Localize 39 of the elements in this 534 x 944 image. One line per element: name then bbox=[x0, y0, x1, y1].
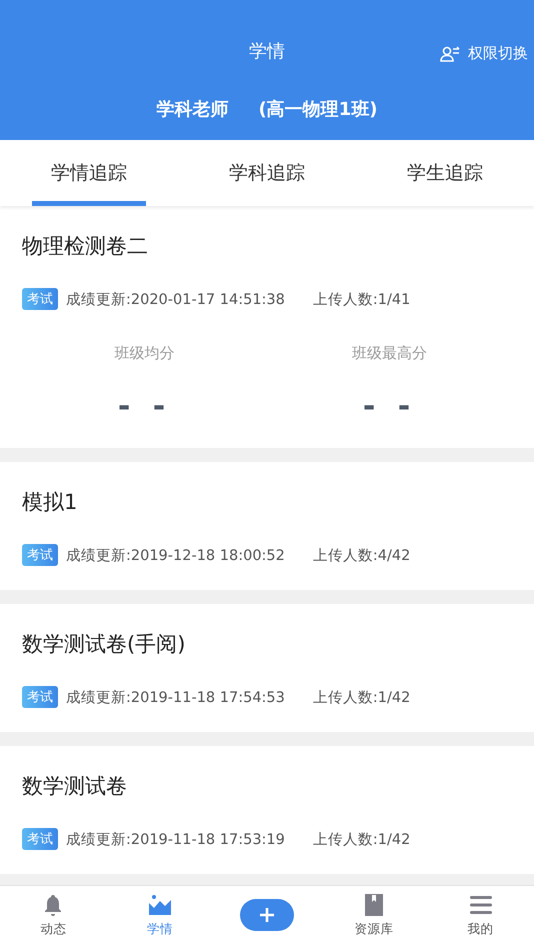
upload-count: 上传人数:1/42 bbox=[312, 688, 410, 706]
exam-title: 模拟1 bbox=[22, 489, 78, 516]
exam-tag: 考试 bbox=[22, 686, 58, 708]
update-time: 成绩更新:2020-01-17 14:51:38 bbox=[66, 290, 285, 308]
upload-count: 上传人数:4/42 bbox=[312, 546, 410, 564]
class-name: (高一物理1班) bbox=[258, 98, 378, 120]
update-time: 成绩更新:2019-12-18 18:00:52 bbox=[66, 546, 285, 564]
nav-tab[interactable]: 我的 bbox=[427, 886, 534, 944]
stat-label: 班级均分 bbox=[114, 344, 174, 363]
exam-tag: 考试 bbox=[22, 544, 58, 566]
exam-title: 物理检测卷二 bbox=[22, 233, 149, 260]
tab[interactable]: 学情追踪 bbox=[0, 140, 178, 206]
exam-card[interactable]: 数学测试卷(手阅) 考试 成绩更新:2019-11-18 17:54:53 上传人数:1/42 bbox=[0, 604, 534, 732]
add-button[interactable] bbox=[240, 899, 294, 931]
nav-tab[interactable]: 资源库 bbox=[320, 886, 428, 944]
nav-tab[interactable]: 动态 bbox=[0, 886, 107, 944]
exam-tag: 考试 bbox=[22, 288, 58, 310]
stat-label: 班级最高分 bbox=[352, 344, 427, 363]
update-time: 成绩更新:2019-11-18 17:54:53 bbox=[66, 688, 285, 706]
nav-tab[interactable]: 学情 bbox=[106, 886, 214, 944]
switch-role-button[interactable]: 权限切换 bbox=[440, 44, 528, 63]
tab[interactable]: 学生追踪 bbox=[356, 140, 534, 206]
exam-card[interactable]: 模拟1 考试 成绩更新:2019-12-18 18:00:52 上传人数:4/42 bbox=[0, 462, 534, 590]
page-title: 学情 bbox=[249, 40, 285, 63]
plus-icon bbox=[258, 907, 275, 923]
teacher-role: 学科老师 bbox=[156, 98, 228, 120]
exam-title: 数学测试卷 bbox=[22, 773, 128, 800]
exam-title: 数学测试卷(手阅) bbox=[22, 631, 186, 658]
user-switch-icon bbox=[440, 46, 460, 62]
stat-value: - - bbox=[362, 389, 416, 424]
exam-card[interactable]: 物理检测卷二 考试 成绩更新:2020-01-17 14:51:38 上传人数:1/41 班级均分 - - 班级最高分 - - bbox=[0, 206, 534, 448]
upload-count: 上传人数:1/42 bbox=[312, 830, 410, 848]
upload-count: 上传人数:1/41 bbox=[312, 290, 410, 308]
exam-tag: 考试 bbox=[22, 828, 58, 850]
chart-icon bbox=[148, 892, 172, 916]
exam-card[interactable]: 数学测试卷 考试 成绩更新:2019-11-18 17:53:19 上传人数:1/42 bbox=[0, 746, 534, 874]
tab[interactable]: 学科追踪 bbox=[178, 140, 356, 206]
stat-value: - - bbox=[118, 389, 172, 424]
update-time: 成绩更新:2019-11-18 17:53:19 bbox=[66, 830, 285, 848]
